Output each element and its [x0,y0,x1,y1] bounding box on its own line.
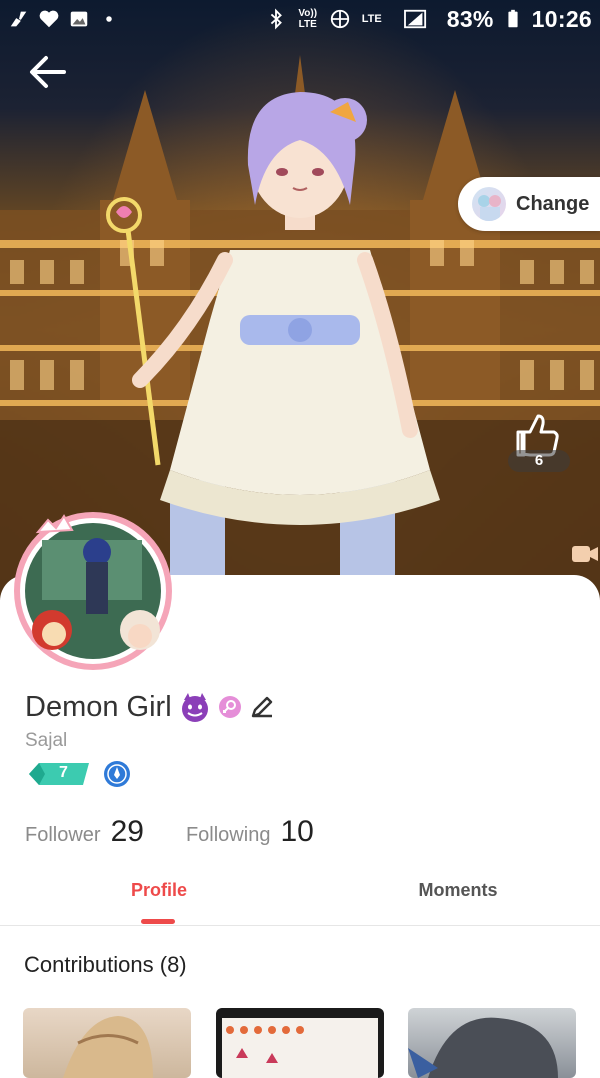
contribution-thumbnail-1[interactable] [23,1008,191,1078]
level-value: 7 [59,764,68,781]
like-count: 6 [508,450,570,472]
profile-tabs: Profile Moments [0,868,600,926]
tabs-divider [0,925,600,926]
gender-female-icon [218,696,241,718]
change-avatar-icon [472,187,506,221]
follower-count[interactable]: 29 [111,815,144,849]
bluetooth-icon [270,8,282,30]
change-background-button[interactable]: Change [458,177,600,231]
image-icon [70,11,88,27]
battery-percent: 83% [446,5,494,32]
following-count[interactable]: 10 [280,815,313,849]
level-diamond-icon [29,763,89,785]
volte-icon: Vo)) LTE [298,8,318,30]
avatar[interactable] [12,510,174,672]
profile-name-row: Demon Girl [25,688,276,726]
change-label: Change [516,192,590,215]
tab-profile[interactable]: Profile [100,868,218,912]
hotspot-icon [330,9,349,29]
contributions-title: Contributions (8) [24,952,187,977]
video-camera-icon[interactable] [566,540,600,568]
back-arrow-icon[interactable] [26,50,70,94]
status-time: 10:26 [531,5,592,32]
cleaner-icon [10,11,27,27]
username: Sajal [25,730,68,751]
level-badge[interactable]: 7 [25,761,91,787]
profile-name: Demon Girl [25,690,172,723]
contribution-thumbnail-3[interactable] [408,1008,576,1078]
dot-icon [106,16,112,22]
follow-stats: Follower 29 Following 10 [25,815,356,849]
follower-label[interactable]: Follower [25,824,101,847]
contribution-thumbnail-2[interactable] [216,1008,384,1078]
lte-icon: LTE [361,13,382,25]
blue-badge-icon[interactable] [103,760,131,788]
battery-icon [508,9,518,28]
devil-emoji-icon [181,693,208,722]
tab-moments[interactable]: Moments [396,868,520,912]
active-tab-indicator [141,919,175,924]
badges-row: 7 [25,760,131,788]
edit-pencil-icon[interactable] [248,693,276,721]
status-bar: Vo)) LTE LTE 83% 10:26 [0,0,600,38]
following-label[interactable]: Following [186,824,270,847]
heart-icon [39,10,59,28]
signal-icon [403,9,426,29]
